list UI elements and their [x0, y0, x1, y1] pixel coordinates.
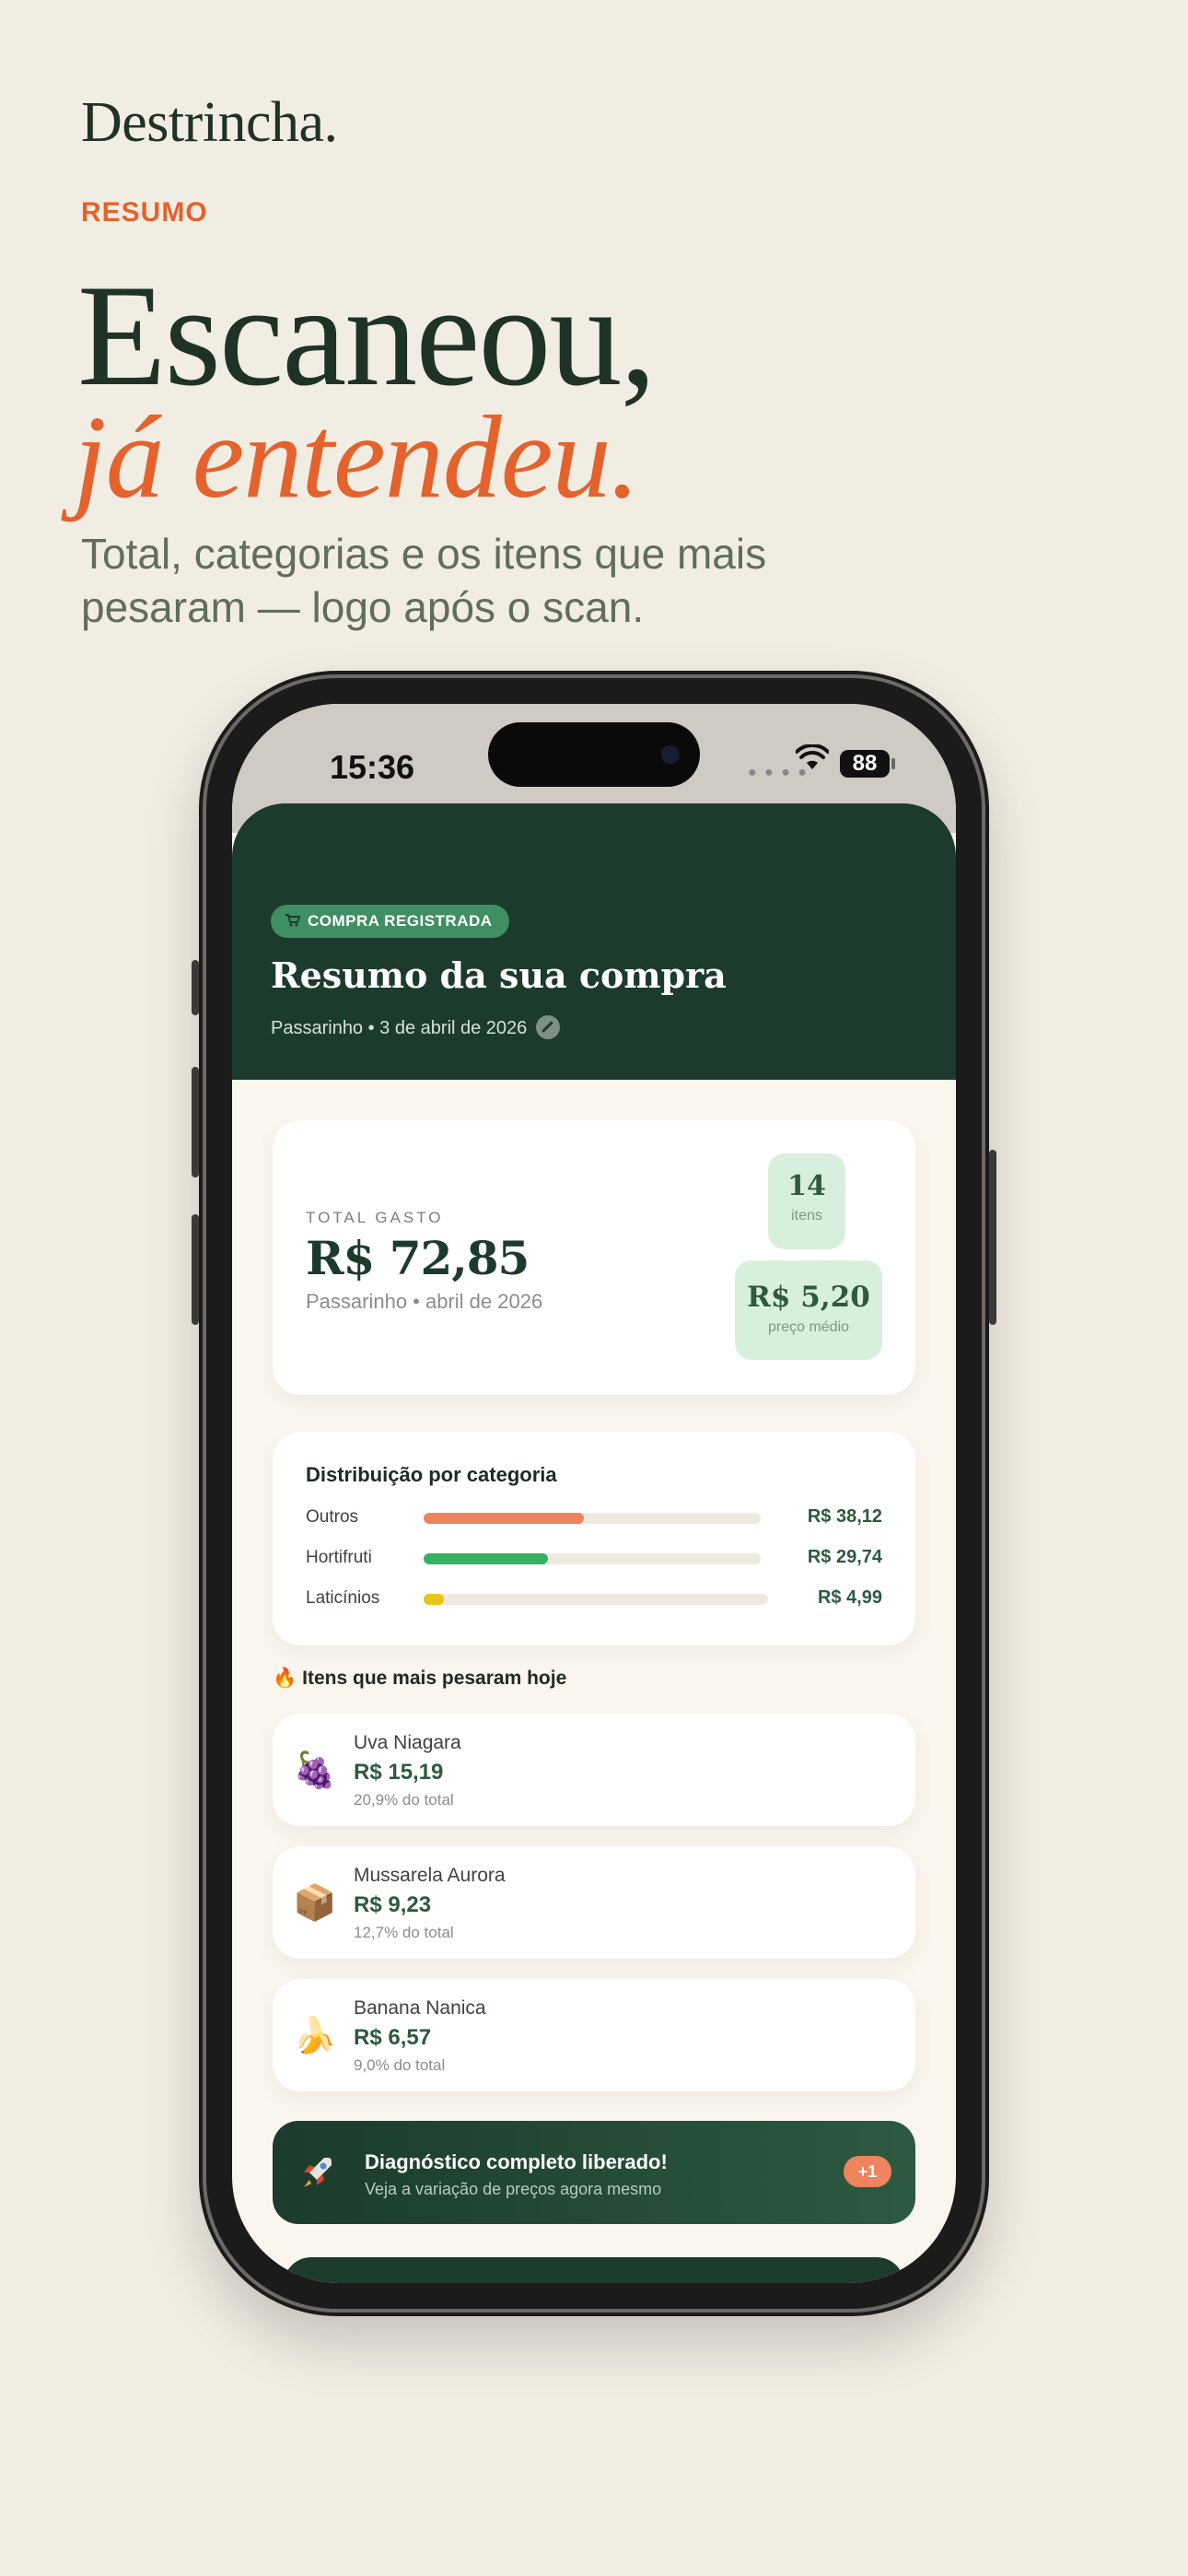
top-items-title-text: Itens que mais pesaram hoje: [302, 1668, 567, 1689]
phone-power-button: [989, 1150, 996, 1325]
item-share: 9,0% do total: [354, 2056, 446, 2074]
category-distribution-card: Distribuição por categoria Outros R$ 38,…: [273, 1432, 915, 1645]
wifi-icon: [796, 744, 829, 769]
status-time: 15:36: [330, 748, 415, 786]
list-item[interactable]: 📦 Mussarela Aurora R$ 9,23 12,7% do tota…: [273, 1846, 915, 1959]
category-bar-fill: [424, 1513, 584, 1524]
battery-nub: [891, 758, 895, 769]
avg-price-stat: R$ 5,20 preço médio: [735, 1260, 882, 1360]
status-badge: COMPRA REGISTRADA: [271, 905, 509, 938]
avg-price-value: R$ 5,20: [747, 1281, 870, 1314]
cta-subtitle: Veja a variação de preços agora mesmo: [365, 2180, 662, 2198]
category-name: Outros: [306, 1507, 359, 1527]
brand-logo: Destrincha.: [81, 91, 338, 154]
battery-icon: 88: [840, 750, 890, 778]
camera-icon: [661, 745, 680, 764]
category-row: Hortifruti R$ 29,74: [306, 1544, 882, 1572]
category-name: Laticínios: [306, 1588, 380, 1608]
category-name: Hortifruti: [306, 1548, 372, 1567]
total-card: TOTAL GASTO R$ 72,85 Passarinho • abril …: [273, 1120, 915, 1395]
edit-icon[interactable]: [536, 1015, 561, 1039]
distribution-title: Distribuição por categoria: [306, 1463, 557, 1486]
page-title: Resumo da sua compra: [271, 954, 727, 996]
item-name: Banana Nanica: [354, 1997, 486, 2019]
summary-header: COMPRA REGISTRADA Resumo da sua compra P…: [232, 803, 956, 1080]
category-value: R$ 4,99: [817, 1587, 882, 1608]
rocket-icon: [304, 2158, 332, 2187]
top-items-title: 🔥 Itens que mais pesaram hoje: [273, 1668, 566, 1690]
total-value: R$ 72,85: [306, 1231, 530, 1285]
banana-icon: 🍌: [293, 2017, 337, 2055]
cta-title: Diagnóstico completo liberado!: [365, 2150, 668, 2173]
purchase-meta: Passarinho • 3 de abril de 2026: [271, 1015, 561, 1039]
badge-label: COMPRA REGISTRADA: [308, 912, 493, 930]
headline-line-1: Escaneou,: [77, 255, 657, 416]
category-bar-track: [424, 1513, 761, 1524]
cta-count-badge: +1: [844, 2156, 891, 2187]
diagnostic-cta-banner[interactable]: Diagnóstico completo liberado! Veja a va…: [273, 2121, 915, 2224]
category-value: R$ 38,12: [807, 1506, 882, 1527]
total-subtitle: Passarinho • abril de 2026: [306, 1290, 543, 1313]
category-bar-fill: [424, 1594, 445, 1605]
bottom-action-bar[interactable]: [284, 2257, 904, 2283]
category-bar-track: [424, 1594, 768, 1605]
total-label: TOTAL GASTO: [306, 1209, 444, 1226]
list-item[interactable]: 🍌 Banana Nanica R$ 6,57 9,0% do total: [273, 1979, 915, 2091]
phone-frame: 15:36 ● ● ● ● 88 COMPRA REGISTRADA Resum…: [192, 671, 996, 2316]
items-count-label: itens: [791, 1208, 822, 1224]
category-bar-fill: [424, 1553, 549, 1564]
avg-price-label: preço médio: [767, 1319, 850, 1335]
section-eyebrow: RESUMO: [81, 197, 208, 228]
category-row: Outros R$ 38,12: [306, 1504, 882, 1531]
app-screen: 15:36 ● ● ● ● 88 COMPRA REGISTRADA Resum…: [232, 704, 956, 2283]
phone-volume-up: [192, 1067, 199, 1177]
fire-icon: 🔥: [273, 1668, 297, 1689]
item-price: R$ 9,23: [354, 1892, 432, 1917]
purchase-meta-text: Passarinho • 3 de abril de 2026: [271, 1018, 528, 1038]
dynamic-island: [488, 722, 700, 787]
item-share: 12,7% do total: [354, 1924, 454, 1941]
phone-action-button: [192, 960, 199, 1015]
grapes-icon: 🍇: [293, 1751, 337, 1790]
items-count-stat: 14 itens: [768, 1153, 845, 1249]
items-count-value: 14: [787, 1170, 826, 1202]
item-price: R$ 6,57: [354, 2025, 432, 2050]
category-row: Laticínios R$ 4,99: [306, 1585, 882, 1612]
headline-subtitle: Total, categorias e os itens que mais pe…: [81, 530, 767, 631]
package-icon: 📦: [293, 1884, 337, 1923]
cart-icon: [285, 906, 301, 927]
item-price: R$ 15,19: [354, 1760, 444, 1785]
item-name: Mussarela Aurora: [354, 1865, 506, 1886]
headline-line-2: já entendeu.: [74, 392, 640, 522]
category-value: R$ 29,74: [807, 1547, 882, 1567]
category-bar-track: [424, 1553, 761, 1564]
phone-volume-down: [192, 1214, 199, 1325]
item-name: Uva Niagara: [354, 1732, 461, 1753]
list-item[interactable]: 🍇 Uva Niagara R$ 15,19 20,9% do total: [273, 1714, 915, 1826]
item-share: 20,9% do total: [354, 1791, 454, 1809]
